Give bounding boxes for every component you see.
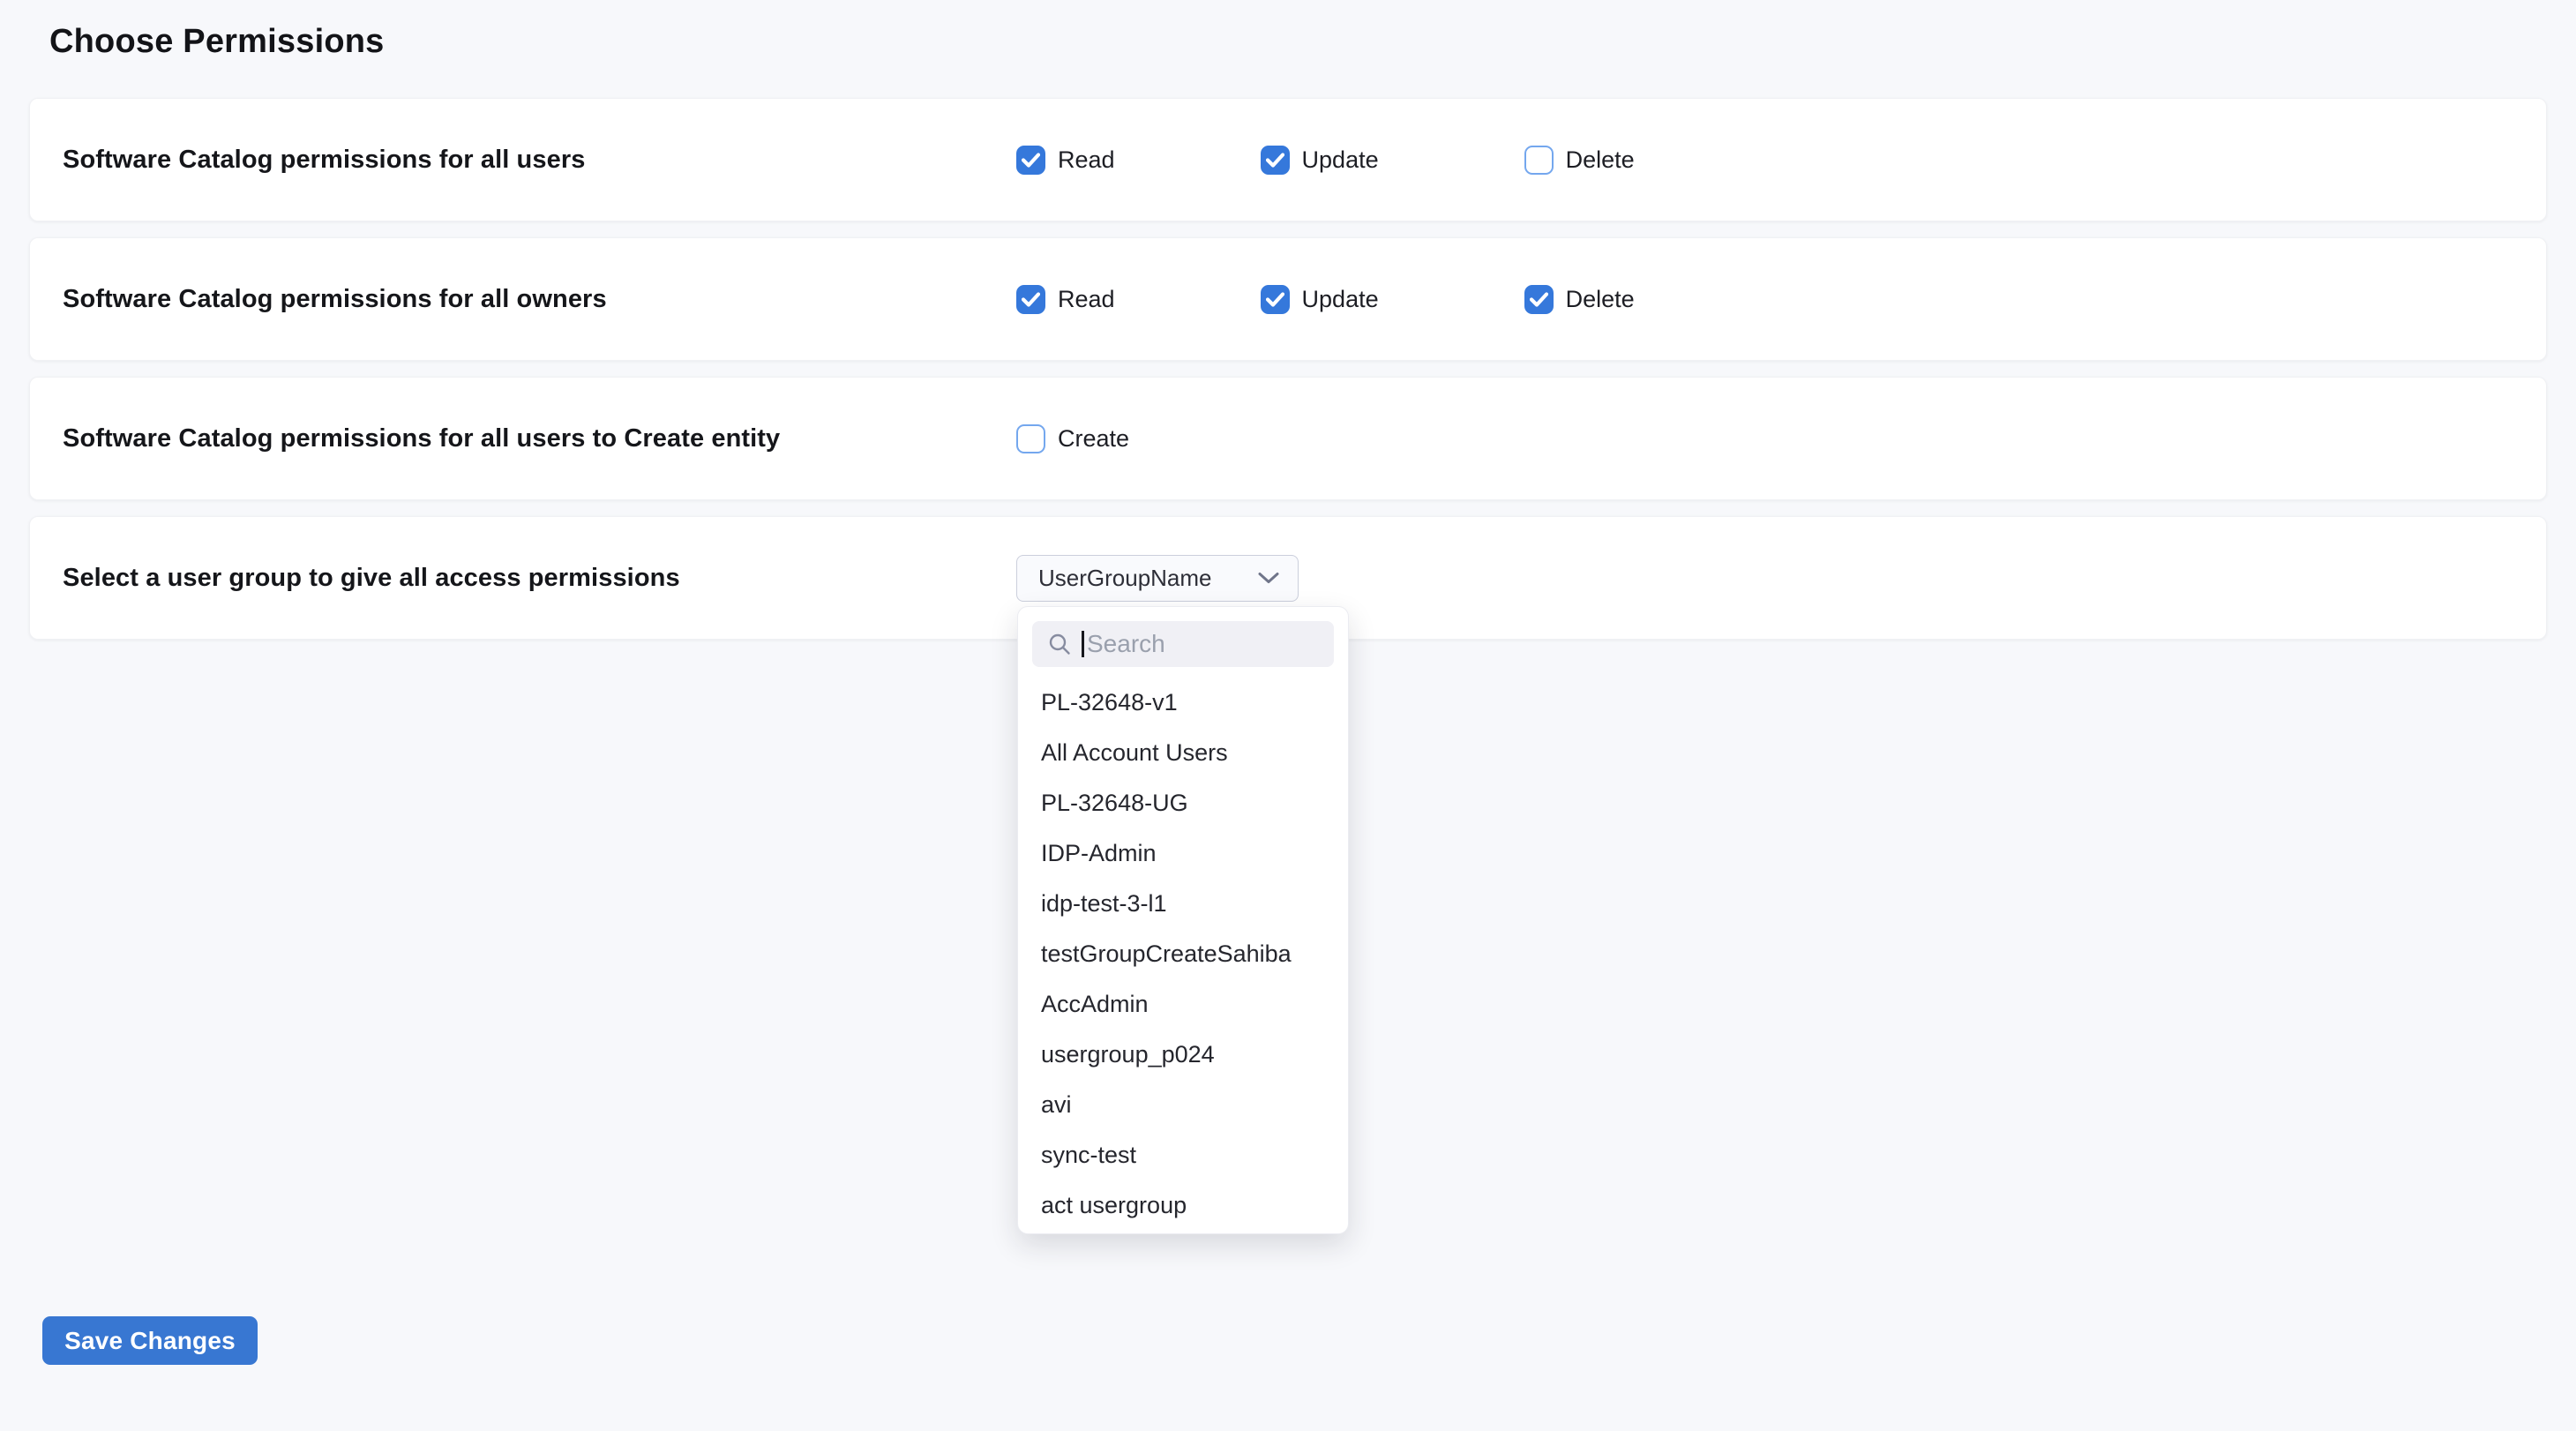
search-box xyxy=(1032,621,1334,667)
dropdown-option[interactable]: idp-test-3-l1 xyxy=(1032,879,1334,929)
dropdown-option[interactable]: IDP-Admin xyxy=(1032,828,1334,879)
text-cursor xyxy=(1082,631,1084,657)
dropdown-option[interactable]: act usergroup xyxy=(1032,1180,1334,1231)
search-icon xyxy=(1048,633,1071,656)
check-icon xyxy=(1022,292,1040,307)
update-checkbox[interactable] xyxy=(1261,285,1290,314)
checkbox-label: Update xyxy=(1302,286,1379,313)
checkbox-item-read[interactable]: Read xyxy=(1016,285,1115,314)
read-checkbox[interactable] xyxy=(1016,146,1045,175)
search-input[interactable] xyxy=(1087,621,1405,667)
checkbox-label: Create xyxy=(1058,425,1129,453)
check-icon xyxy=(1022,153,1040,168)
chevron-down-icon xyxy=(1257,571,1280,585)
checkbox-item-create[interactable]: Create xyxy=(1016,424,1129,453)
dropdown-option[interactable]: All Account Users xyxy=(1032,728,1334,778)
delete-checkbox[interactable] xyxy=(1524,285,1554,314)
dropdown-option[interactable]: testGroupCreateSahiba xyxy=(1032,929,1334,979)
save-changes-button[interactable]: Save Changes xyxy=(42,1316,258,1365)
read-checkbox[interactable] xyxy=(1016,285,1045,314)
dropdown-option[interactable]: avi xyxy=(1032,1080,1334,1130)
check-icon xyxy=(1530,292,1548,307)
user-group-select-button[interactable]: UserGroupName xyxy=(1016,555,1299,602)
permissions-page: Choose Permissions Software Catalog perm… xyxy=(0,0,2576,1431)
checkbox-item-delete[interactable]: Delete xyxy=(1524,146,1635,175)
checkbox-item-update[interactable]: Update xyxy=(1261,146,1379,175)
permission-card-label: Software Catalog permissions for all use… xyxy=(63,146,1016,175)
user-group-card: Select a user group to give all access p… xyxy=(29,516,2547,640)
dropdown-option[interactable]: usergroup_p024 xyxy=(1032,1030,1334,1080)
permission-card-all-users: Software Catalog permissions for all use… xyxy=(29,98,2547,221)
dropdown-option[interactable]: AccAdmin xyxy=(1032,979,1334,1030)
permission-card-all-owners: Software Catalog permissions for all own… xyxy=(29,237,2547,361)
user-group-dropdown: UserGroupName PL-32648-v1 All Account Us… xyxy=(1016,555,1299,602)
dropdown-option[interactable]: sync-test xyxy=(1032,1130,1334,1180)
checkbox-item-delete[interactable]: Delete xyxy=(1524,285,1635,314)
checkbox-label: Read xyxy=(1058,146,1115,174)
update-checkbox[interactable] xyxy=(1261,146,1290,175)
permission-card-label: Software Catalog permissions for all own… xyxy=(63,285,1016,314)
dropdown-panel: PL-32648-v1 All Account Users PL-32648-U… xyxy=(1017,606,1349,1234)
create-checkbox[interactable] xyxy=(1016,424,1045,453)
dropdown-option[interactable]: PL-32648-v1 xyxy=(1032,678,1334,728)
permission-card-label: Select a user group to give all access p… xyxy=(63,564,1016,593)
check-icon xyxy=(1266,153,1284,168)
permission-checkbox-group: Read Update Delete xyxy=(1016,285,1635,314)
permission-checkbox-group: Create xyxy=(1016,424,1129,453)
permission-checkbox-group: Read Update Delete xyxy=(1016,146,1635,175)
delete-checkbox[interactable] xyxy=(1524,146,1554,175)
checkbox-item-read[interactable]: Read xyxy=(1016,146,1115,175)
permission-card-label: Software Catalog permissions for all use… xyxy=(63,424,1016,453)
checkbox-item-update[interactable]: Update xyxy=(1261,285,1379,314)
dropdown-options-list: PL-32648-v1 All Account Users PL-32648-U… xyxy=(1032,678,1334,1231)
permission-card-create-entity: Software Catalog permissions for all use… xyxy=(29,377,2547,500)
checkbox-label: Read xyxy=(1058,286,1115,313)
check-icon xyxy=(1266,292,1284,307)
checkbox-label: Delete xyxy=(1566,286,1635,313)
page-title: Choose Permissions xyxy=(49,23,2547,61)
dropdown-option[interactable]: PL-32648-UG xyxy=(1032,778,1334,828)
checkbox-label: Update xyxy=(1302,146,1379,174)
checkbox-label: Delete xyxy=(1566,146,1635,174)
dropdown-selected-value: UserGroupName xyxy=(1038,565,1212,592)
